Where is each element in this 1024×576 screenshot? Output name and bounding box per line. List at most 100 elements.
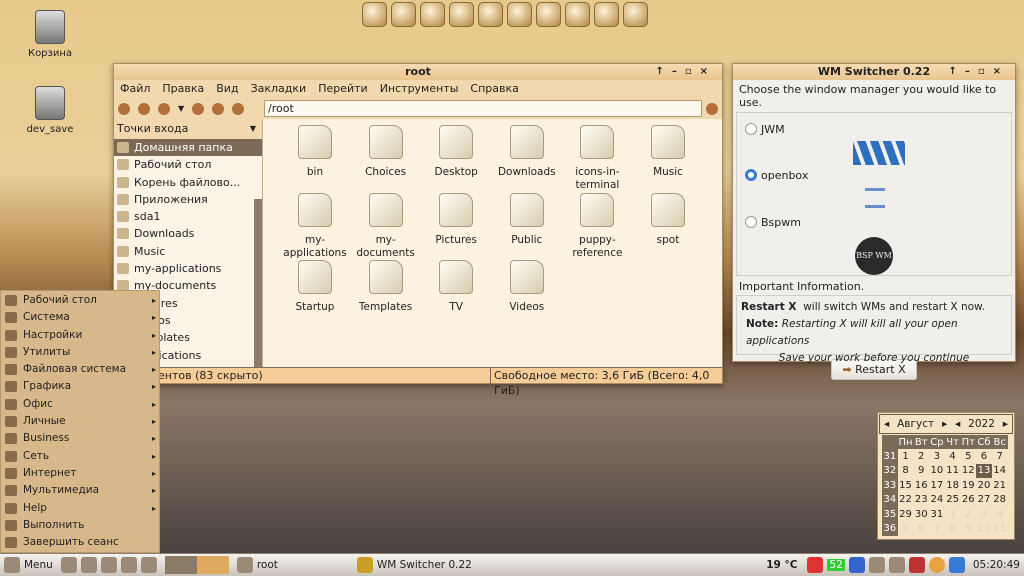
- monitor-icon[interactable]: [449, 2, 474, 27]
- calendar-day[interactable]: 3: [976, 507, 992, 521]
- app-launcher-icon[interactable]: [362, 2, 387, 27]
- calendar-day[interactable]: 1: [945, 507, 961, 521]
- calendar-day[interactable]: 9: [913, 464, 929, 478]
- desktop-icon-dev-save[interactable]: dev_save: [20, 86, 80, 135]
- clock[interactable]: 05:20:49: [973, 559, 1020, 571]
- menu-button[interactable]: Menu: [24, 559, 53, 571]
- sidebar-item[interactable]: Домашняя папка: [114, 139, 262, 157]
- cpu-monitor[interactable]: 52: [827, 559, 845, 571]
- menu-item[interactable]: Интернет: [1, 465, 159, 482]
- up-icon[interactable]: [212, 102, 225, 115]
- keyboard-layout-icon[interactable]: [948, 557, 965, 573]
- menu-view[interactable]: Вид: [216, 80, 238, 98]
- menu-item[interactable]: Офис: [1, 396, 159, 413]
- calendar-day[interactable]: 29: [898, 507, 914, 521]
- calendar-day[interactable]: 22: [898, 493, 914, 507]
- file-item[interactable]: Choices: [351, 125, 421, 179]
- menu-item[interactable]: Help: [1, 500, 159, 517]
- app-icon[interactable]: [100, 557, 117, 573]
- menu-item[interactable]: Графика: [1, 378, 159, 396]
- calendar-day[interactable]: 6: [976, 449, 992, 463]
- menu-item[interactable]: Выполнить: [1, 517, 159, 534]
- task-wm-switcher[interactable]: WM Switcher 0.22: [377, 559, 472, 571]
- file-item[interactable]: Downloads: [492, 125, 562, 179]
- menu-item[interactable]: Рабочий стол: [1, 292, 159, 309]
- app-launcher-icon[interactable]: [391, 2, 416, 27]
- terminal-icon[interactable]: [80, 557, 97, 573]
- calendar-day[interactable]: 16: [913, 478, 929, 492]
- sidebar-header[interactable]: Точки входа ▼: [114, 119, 262, 139]
- info-icon[interactable]: [118, 102, 130, 115]
- battery-icon[interactable]: [807, 557, 824, 573]
- history-dropdown-icon[interactable]: ▼: [178, 104, 184, 113]
- file-item[interactable]: Templates: [351, 260, 421, 314]
- menu-tools[interactable]: Инструменты: [380, 80, 459, 98]
- calendar-day[interactable]: 8: [945, 521, 961, 535]
- menu-edit[interactable]: Правка: [162, 80, 204, 98]
- info-icon[interactable]: [594, 2, 619, 27]
- calendar-day[interactable]: 19: [960, 478, 976, 492]
- calendar-day[interactable]: 25: [945, 493, 961, 507]
- volume-icon[interactable]: [868, 557, 885, 573]
- menu-item[interactable]: Система: [1, 309, 159, 327]
- calendar-day[interactable]: 8: [898, 464, 914, 478]
- calendar-day[interactable]: 11: [945, 464, 961, 478]
- menu-item[interactable]: Сеть: [1, 448, 159, 465]
- sidebar-item[interactable]: my-applications: [114, 260, 262, 277]
- menu-item[interactable]: Утилиты: [1, 344, 159, 361]
- workspace-1[interactable]: [164, 556, 197, 574]
- menu-item[interactable]: Мультимедиа: [1, 482, 159, 500]
- calendar-day[interactable]: 9: [960, 521, 976, 535]
- sidebar-item[interactable]: Music: [114, 243, 262, 260]
- calendar-day[interactable]: 6: [913, 521, 929, 535]
- calendar-day[interactable]: 27: [976, 493, 992, 507]
- menu-item[interactable]: Завершить сеанс: [1, 534, 159, 551]
- calendar-day[interactable]: 15: [898, 478, 914, 492]
- menu-item[interactable]: Настройки: [1, 327, 159, 344]
- calendar-day[interactable]: 13: [976, 463, 992, 479]
- calendar-day[interactable]: 20: [976, 478, 992, 492]
- sidebar-scrollbar[interactable]: [254, 199, 262, 367]
- file-item[interactable]: Music: [633, 125, 703, 179]
- radio-jwm[interactable]: JWM: [745, 123, 785, 136]
- file-item[interactable]: puppy-reference: [562, 192, 632, 260]
- calendar-day[interactable]: 10: [929, 464, 945, 478]
- address-bar[interactable]: /root: [264, 100, 702, 117]
- window-controls[interactable]: ↑–▫×: [948, 64, 1009, 80]
- menu-help[interactable]: Справка: [470, 80, 518, 98]
- search-icon[interactable]: [60, 557, 77, 573]
- calendar-day[interactable]: 5: [960, 449, 976, 463]
- calculator-icon[interactable]: [507, 2, 532, 27]
- forward-icon[interactable]: [192, 102, 205, 115]
- sidebar-item[interactable]: sda1: [114, 208, 262, 225]
- new-tab-icon[interactable]: [138, 102, 150, 115]
- app-launcher-icon[interactable]: [420, 2, 445, 27]
- menu-bookmarks[interactable]: Закладки: [251, 80, 307, 98]
- file-item[interactable]: icons-in-terminal: [562, 125, 632, 192]
- calendar-day[interactable]: 1: [898, 449, 914, 463]
- calendar-day[interactable]: 2: [960, 507, 976, 521]
- network-icon[interactable]: [888, 557, 905, 573]
- sidebar-item[interactable]: Корень файлово...: [114, 174, 262, 191]
- calendar-day[interactable]: 11: [992, 521, 1008, 535]
- menu-item[interactable]: Личные: [1, 413, 159, 430]
- prev-year-button[interactable]: ◂: [955, 418, 960, 430]
- app-launcher-icon[interactable]: [623, 2, 648, 27]
- calendar-day[interactable]: 7: [929, 521, 945, 535]
- calendar-day[interactable]: 14: [992, 464, 1008, 478]
- calendar-day[interactable]: 12: [960, 464, 976, 478]
- next-year-button[interactable]: ▸: [1003, 418, 1008, 430]
- menu-item[interactable]: Business: [1, 430, 159, 448]
- radio-bspwm[interactable]: Bspwm: [745, 216, 801, 229]
- next-month-button[interactable]: ▸: [942, 418, 947, 430]
- app-icon[interactable]: [120, 557, 137, 573]
- app-launcher-icon[interactable]: [536, 2, 561, 27]
- desktop-icon-trash[interactable]: Корзина: [20, 10, 80, 59]
- file-item[interactable]: Startup: [280, 260, 350, 314]
- calendar-day[interactable]: 18: [945, 478, 961, 492]
- menu-file[interactable]: Файл: [120, 80, 150, 98]
- radio-openbox[interactable]: openbox: [745, 169, 808, 182]
- window-controls[interactable]: ↑–▫×: [655, 64, 716, 80]
- menu-item[interactable]: Файловая система: [1, 361, 159, 378]
- calendar-day[interactable]: 28: [992, 493, 1008, 507]
